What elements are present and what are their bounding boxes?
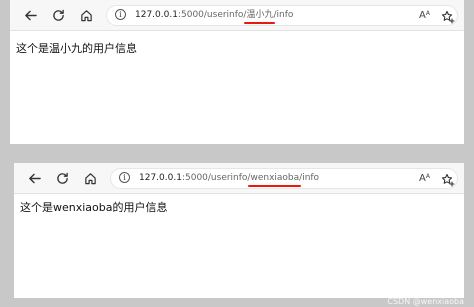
url-tail: /info	[273, 10, 294, 20]
back-arrow-icon[interactable]	[20, 5, 40, 25]
url-param-wrapper: 温小九	[244, 10, 276, 24]
back-arrow-icon[interactable]	[24, 168, 44, 188]
url-path: :5000/userinfo/	[181, 173, 251, 183]
home-icon[interactable]	[80, 168, 100, 188]
refresh-icon[interactable]	[52, 168, 72, 188]
read-aloud-icon[interactable]: AA	[419, 173, 431, 185]
add-favorite-icon[interactable]	[441, 172, 455, 187]
address-bar[interactable]: i 127.0.0.1:5000/userinfo/温小九/info AA	[106, 5, 458, 26]
browser-window: i 127.0.0.1:5000/userinfo/温小九/info AA 这个…	[10, 0, 464, 144]
url-path: :5000/userinfo/	[177, 10, 247, 20]
url-host: 127.0.0.1	[139, 173, 182, 183]
browser-toolbar: i 127.0.0.1:5000/userinfo/wenxiaoba/info…	[14, 163, 464, 194]
url-param: 温小九	[246, 10, 274, 20]
refresh-icon[interactable]	[48, 5, 68, 25]
user-info-text: 这个是温小九的用户信息	[16, 42, 137, 55]
home-icon[interactable]	[76, 5, 96, 25]
url-highlight-underline	[248, 185, 302, 187]
site-info-icon[interactable]: i	[119, 172, 130, 183]
url-text[interactable]: 127.0.0.1:5000/userinfo/wenxiaoba/info	[139, 172, 320, 187]
user-info-text: 这个是wenxiaoba的用户信息	[20, 201, 168, 214]
add-favorite-icon[interactable]	[441, 9, 455, 24]
url-text[interactable]: 127.0.0.1:5000/userinfo/温小九/info	[135, 9, 294, 24]
url-host: 127.0.0.1	[135, 10, 178, 20]
url-highlight-underline	[244, 22, 276, 24]
url-tail: /info	[299, 173, 320, 183]
site-info-icon[interactable]: i	[115, 9, 126, 20]
address-bar[interactable]: i 127.0.0.1:5000/userinfo/wenxiaoba/info…	[110, 168, 458, 189]
url-param: wenxiaoba	[250, 173, 300, 183]
browser-window: i 127.0.0.1:5000/userinfo/wenxiaoba/info…	[14, 163, 464, 298]
url-param-wrapper: wenxiaoba	[248, 173, 302, 187]
read-aloud-icon[interactable]: AA	[419, 10, 431, 22]
csdn-watermark: CSDN @wenxiaoba	[387, 297, 464, 306]
browser-toolbar: i 127.0.0.1:5000/userinfo/温小九/info AA	[10, 0, 464, 31]
